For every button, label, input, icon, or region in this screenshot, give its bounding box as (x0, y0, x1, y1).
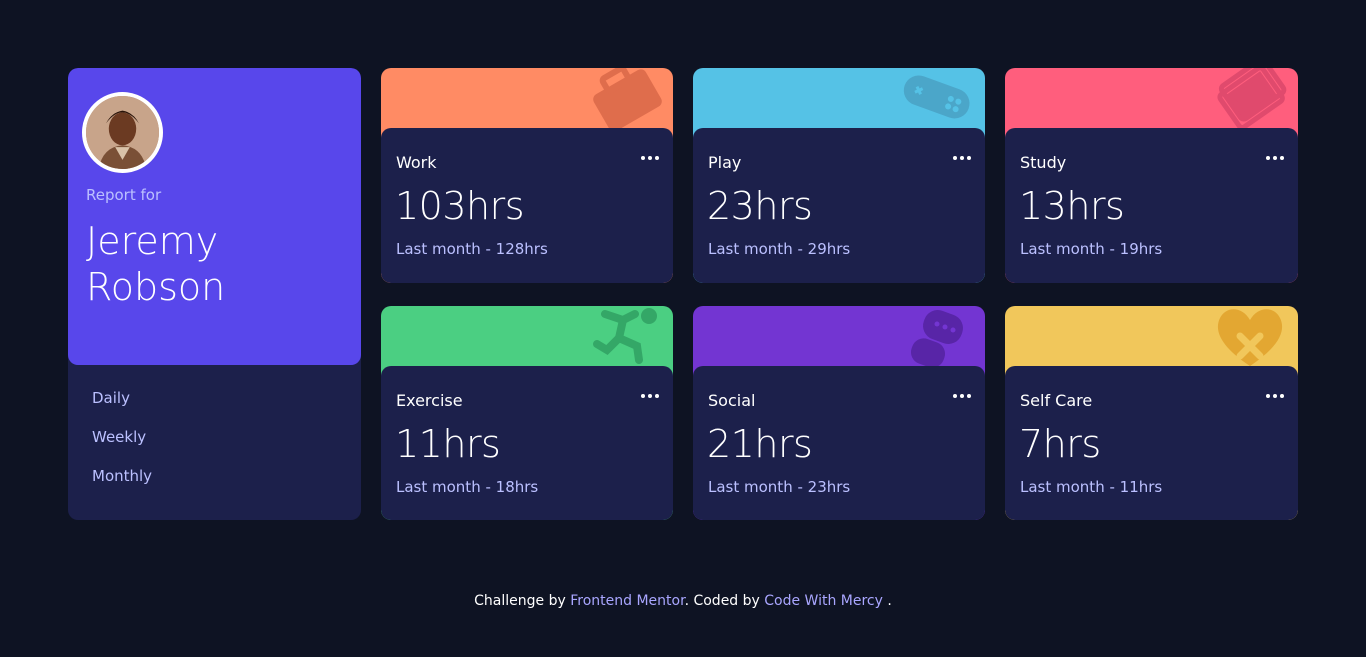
author-link[interactable]: Code With Mercy (764, 593, 883, 609)
briefcase-icon (593, 68, 662, 132)
heart-plaster-icon (1217, 309, 1283, 366)
card-body[interactable]: Work 103hrs Last month - 128hrs (381, 128, 673, 283)
card-title: Work (396, 153, 437, 172)
card-title: Play (708, 153, 742, 172)
more-options-icon[interactable] (641, 150, 659, 166)
timeframe-tabs: Daily Weekly Monthly (92, 387, 152, 504)
card-body[interactable]: Exercise 11hrs Last month - 18hrs (381, 366, 673, 520)
card-current-hours: 21hrs (707, 422, 813, 466)
chat-bubbles-icon (910, 310, 963, 368)
running-icon (593, 308, 657, 364)
card-play: Play 23hrs Last month - 29hrs (693, 68, 985, 283)
profile-header: Report for Jeremy Robson (68, 68, 361, 365)
more-options-icon[interactable] (953, 388, 971, 404)
card-body[interactable]: Play 23hrs Last month - 29hrs (693, 128, 985, 283)
card-previous-hours: Last month - 19hrs (1020, 240, 1163, 258)
profile-card: Report for Jeremy Robson Daily Weekly Mo… (68, 68, 361, 520)
frontend-mentor-link[interactable]: Frontend Mentor (570, 593, 684, 609)
card-study: Study 13hrs Last month - 19hrs (1005, 68, 1298, 283)
tab-weekly[interactable]: Weekly (92, 426, 152, 465)
avatar (82, 92, 163, 173)
card-current-hours: 7hrs (1019, 422, 1101, 466)
card-title: Exercise (396, 391, 463, 410)
card-current-hours: 103hrs (395, 184, 525, 228)
card-exercise: Exercise 11hrs Last month - 18hrs (381, 306, 673, 520)
tab-daily[interactable]: Daily (92, 387, 152, 426)
time-tracking-dashboard: Report for Jeremy Robson Daily Weekly Mo… (68, 68, 1298, 520)
footer-prefix: Challenge by (474, 593, 566, 609)
gamepad-icon (903, 75, 970, 119)
card-self-care: Self Care 7hrs Last month - 11hrs (1005, 306, 1298, 520)
card-previous-hours: Last month - 11hrs (1020, 478, 1163, 496)
card-body[interactable]: Study 13hrs Last month - 19hrs (1005, 128, 1298, 283)
card-current-hours: 23hrs (707, 184, 813, 228)
card-body[interactable]: Self Care 7hrs Last month - 11hrs (1005, 366, 1298, 520)
footer-suffix: . (887, 593, 892, 609)
book-icon (1217, 68, 1287, 130)
user-name: Jeremy Robson (86, 219, 226, 309)
card-body[interactable]: Social 21hrs Last month - 23hrs (693, 366, 985, 520)
more-options-icon[interactable] (1266, 388, 1284, 404)
card-current-hours: 11hrs (395, 422, 501, 466)
card-title: Study (1020, 153, 1067, 172)
report-for-label: Report for (86, 186, 162, 204)
tab-monthly[interactable]: Monthly (92, 465, 152, 504)
card-previous-hours: Last month - 23hrs (708, 478, 851, 496)
card-previous-hours: Last month - 29hrs (708, 240, 851, 258)
card-previous-hours: Last month - 18hrs (396, 478, 539, 496)
card-social: Social 21hrs Last month - 23hrs (693, 306, 985, 520)
card-title: Social (708, 391, 756, 410)
card-work: Work 103hrs Last month - 128hrs (381, 68, 673, 283)
more-options-icon[interactable] (1266, 150, 1284, 166)
more-options-icon[interactable] (953, 150, 971, 166)
card-previous-hours: Last month - 128hrs (396, 240, 548, 258)
card-current-hours: 13hrs (1019, 184, 1125, 228)
attribution-footer: Challenge by Frontend Mentor. Coded by C… (0, 593, 1366, 609)
footer-middle: . Coded by (684, 593, 760, 609)
card-title: Self Care (1020, 391, 1093, 410)
more-options-icon[interactable] (641, 388, 659, 404)
avatar-image (86, 96, 159, 169)
